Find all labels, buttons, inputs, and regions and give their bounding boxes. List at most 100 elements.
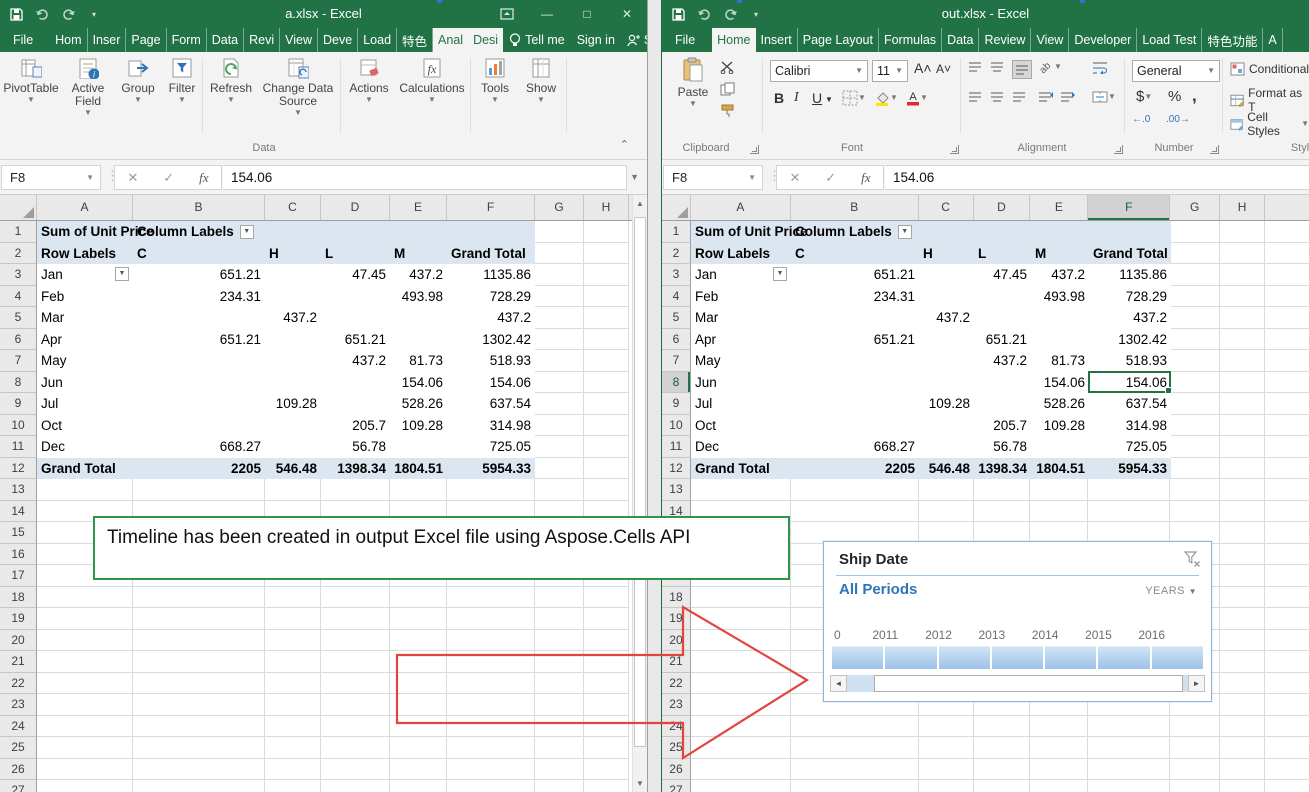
cell-G12[interactable] — [535, 458, 584, 480]
cell-H7[interactable] — [584, 350, 629, 372]
cell-H7[interactable] — [1220, 350, 1265, 372]
minimize-icon[interactable]: — — [527, 0, 567, 28]
timeline-bar[interactable] — [832, 646, 1203, 669]
row-header-3[interactable]: 3 — [662, 264, 691, 286]
italic-button[interactable]: I — [794, 90, 799, 106]
cancel-icon[interactable]: ✕ — [789, 170, 800, 186]
cell-B14[interactable] — [791, 501, 919, 523]
alignment-dialog-launcher-icon[interactable] — [1114, 145, 1123, 154]
percent-format-button[interactable]: % — [1168, 88, 1181, 105]
tab-hom[interactable]: Hom — [50, 28, 87, 52]
tab-特色[interactable]: 特色 — [397, 28, 433, 52]
tab-developer[interactable]: Developer — [1069, 28, 1137, 52]
underline-button[interactable]: U — [812, 90, 822, 106]
clipboard-dialog-launcher-icon[interactable] — [750, 145, 759, 154]
tab-page-layout[interactable]: Page Layout — [798, 28, 879, 52]
cell-G9[interactable] — [535, 393, 584, 415]
row-header-9[interactable]: 9 — [0, 393, 37, 415]
row-header-8[interactable]: 8 — [662, 372, 691, 394]
cell-D13[interactable] — [974, 479, 1031, 501]
decrease-decimal-button[interactable]: .00→ — [1166, 114, 1190, 125]
tab-review[interactable]: Review — [979, 28, 1031, 52]
cell-C13[interactable] — [265, 479, 321, 501]
cell-C27[interactable] — [265, 780, 321, 792]
cell-A22[interactable] — [37, 673, 133, 695]
cell-C24[interactable] — [265, 716, 321, 738]
scroll-down-icon[interactable]: ▼ — [633, 775, 647, 792]
borders-button[interactable]: ▼ — [842, 90, 866, 106]
row-header-24[interactable]: 24 — [0, 716, 37, 738]
cell-B27[interactable] — [133, 780, 265, 792]
font-name-select[interactable]: Calibri▼ — [770, 60, 868, 82]
row-header-17[interactable]: 17 — [0, 565, 37, 587]
select-all-corner[interactable] — [662, 195, 691, 220]
cell-C23[interactable] — [265, 694, 321, 716]
cell-G8[interactable] — [535, 372, 584, 394]
cell-C14[interactable] — [919, 501, 974, 523]
cell-A24[interactable] — [37, 716, 133, 738]
increase-indent-button[interactable] — [1060, 90, 1076, 103]
row-header-15[interactable]: 15 — [0, 522, 37, 544]
cell-F26[interactable] — [1088, 759, 1170, 781]
cell-C22[interactable] — [265, 673, 321, 695]
cell-H21[interactable] — [1220, 651, 1265, 673]
cell-F25[interactable] — [1088, 737, 1170, 759]
row-header-22[interactable]: 22 — [0, 673, 37, 695]
sign-in-button[interactable]: Sign in — [571, 28, 621, 52]
align-left-button[interactable] — [968, 90, 982, 103]
bold-button[interactable]: B — [774, 90, 784, 106]
tab-page[interactable]: Page — [126, 28, 166, 52]
column-header-C[interactable]: C — [919, 195, 974, 220]
row-header-16[interactable]: 16 — [0, 544, 37, 566]
increase-decimal-button[interactable]: ←.0 — [1132, 114, 1150, 125]
group-button[interactable]: Group▼ — [116, 57, 160, 105]
cell-C13[interactable] — [919, 479, 974, 501]
align-top-button[interactable] — [968, 60, 982, 73]
cell-G10[interactable] — [1170, 415, 1220, 437]
cell-A19[interactable] — [37, 608, 133, 630]
row-header-9[interactable]: 9 — [662, 393, 691, 415]
cell-H8[interactable] — [1220, 372, 1265, 394]
cell-B27[interactable] — [791, 780, 919, 792]
row-header-12[interactable]: 12 — [0, 458, 37, 480]
cell-D24[interactable] — [321, 716, 390, 738]
cell-H11[interactable] — [584, 436, 629, 458]
align-center-button[interactable] — [990, 90, 1004, 103]
cell-F13[interactable] — [1088, 479, 1170, 501]
cell-E25[interactable] — [1030, 737, 1088, 759]
cell-G27[interactable] — [535, 780, 584, 792]
cell-B13[interactable] — [133, 479, 265, 501]
clear-filter-icon[interactable] — [1183, 550, 1201, 568]
cell-H10[interactable] — [1220, 415, 1265, 437]
column-header-F[interactable]: F — [1088, 195, 1170, 220]
select-all-corner[interactable] — [0, 195, 37, 220]
cell-G10[interactable] — [535, 415, 584, 437]
cell-B20[interactable] — [133, 630, 265, 652]
row-header-4[interactable]: 4 — [662, 286, 691, 308]
cell-B22[interactable] — [133, 673, 265, 695]
tab-view[interactable]: View — [1031, 28, 1069, 52]
cell-H10[interactable] — [584, 415, 629, 437]
cell-A26[interactable] — [37, 759, 133, 781]
cell-H23[interactable] — [1220, 694, 1265, 716]
refresh-button[interactable]: Refresh▼ — [206, 57, 256, 105]
cell-D25[interactable] — [321, 737, 390, 759]
cell-B18[interactable] — [133, 587, 265, 609]
align-right-button[interactable] — [1012, 90, 1026, 103]
cell-E14[interactable] — [1030, 501, 1088, 523]
cell-H6[interactable] — [1220, 329, 1265, 351]
column-header-E[interactable]: E — [390, 195, 447, 220]
cell-D13[interactable] — [321, 479, 390, 501]
cell-D18[interactable] — [321, 587, 390, 609]
tab-formulas[interactable]: Formulas — [879, 28, 942, 52]
cell-F27[interactable] — [447, 780, 535, 792]
cell-H12[interactable] — [584, 458, 629, 480]
cell-B24[interactable] — [133, 716, 265, 738]
tab-form[interactable]: Form — [167, 28, 207, 52]
align-bottom-button[interactable] — [1012, 60, 1032, 79]
ribbon-display-options-icon[interactable] — [487, 0, 527, 28]
cell-C27[interactable] — [919, 780, 974, 792]
cell-D27[interactable] — [974, 780, 1031, 792]
calculations-button[interactable]: fxCalculations▼ — [396, 57, 468, 105]
decrease-indent-button[interactable] — [1038, 90, 1054, 103]
